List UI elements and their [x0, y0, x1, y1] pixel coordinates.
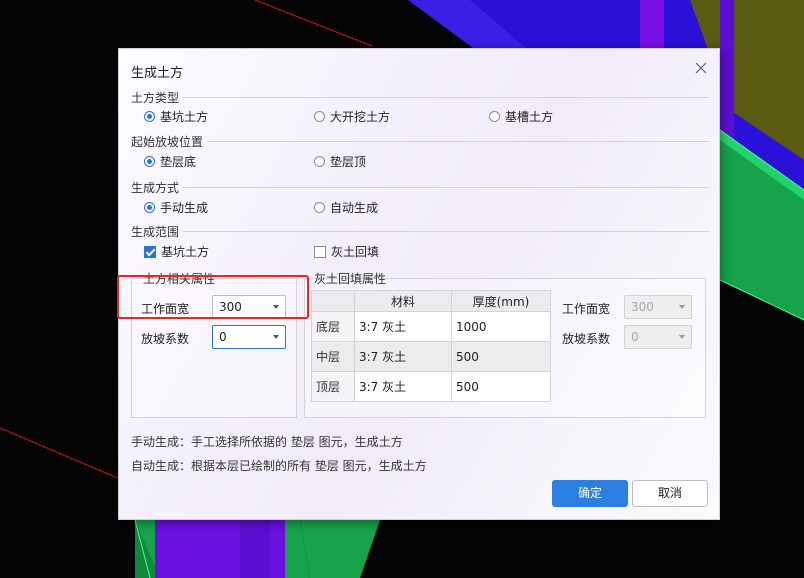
- row-name: 中层: [311, 341, 355, 372]
- backfill-work-width-select[interactable]: 300: [624, 295, 692, 319]
- checkbox-foundation-pit[interactable]: 基坑土方: [144, 243, 209, 260]
- close-icon[interactable]: [693, 60, 709, 76]
- checkbox-indicator: [144, 245, 156, 258]
- radio-indicator: [314, 156, 325, 167]
- hint-auto: 自动生成：根据本层已绘制的所有 垫层 图元，生成土方: [131, 459, 427, 473]
- radio-indicator: [489, 111, 500, 122]
- radio-indicator: [314, 111, 325, 122]
- radio-indicator: [144, 111, 155, 122]
- radio-label: 基槽土方: [505, 110, 554, 124]
- radio-cushion-bottom[interactable]: 垫层底: [144, 153, 196, 170]
- radio-foundation-pit[interactable]: 基坑土方: [144, 108, 208, 125]
- radio-label: 垫层底: [160, 155, 197, 169]
- table-row[interactable]: 顶层 3:7 灰土 500: [311, 371, 551, 402]
- table-header-cell: 材料: [354, 290, 452, 312]
- table-header-row: 材料 厚度(mm): [311, 290, 551, 312]
- work-width-select[interactable]: 300: [212, 295, 286, 319]
- chevron-down-icon: [273, 305, 279, 309]
- radio-cushion-top[interactable]: 垫层顶: [314, 153, 366, 170]
- checkbox-label: 基坑土方: [161, 245, 210, 259]
- section-divider: [207, 141, 709, 142]
- hint-manual: 手动生成：手工选择所依据的 垫层 图元，生成土方: [131, 435, 403, 449]
- checkbox-label: 灰土回填: [331, 245, 380, 259]
- backfill-slope-factor-select[interactable]: 0: [624, 325, 692, 349]
- radio-manual-generate[interactable]: 手动生成: [144, 199, 208, 216]
- material-cell[interactable]: 3:7 灰土: [354, 341, 452, 372]
- radio-label: 手动生成: [160, 201, 209, 215]
- generate-mode-label: 生成方式: [131, 181, 180, 195]
- radio-label: 大开挖土方: [330, 110, 391, 124]
- generate-scope-label: 生成范围: [131, 225, 180, 239]
- slope-factor-value: 0: [219, 330, 227, 344]
- checkbox-indicator: [314, 245, 326, 258]
- table-row[interactable]: 底层 3:7 灰土 1000: [311, 311, 551, 342]
- material-cell[interactable]: 3:7 灰土: [354, 371, 452, 402]
- backfill-work-width-value: 300: [631, 300, 654, 314]
- radio-open-excavation[interactable]: 大开挖土方: [314, 108, 390, 125]
- radio-auto-generate[interactable]: 自动生成: [314, 199, 378, 216]
- radio-indicator: [144, 156, 155, 167]
- row-name: 底层: [311, 311, 355, 342]
- row-name: 顶层: [311, 371, 355, 402]
- table-header-cell: 厚度(mm): [451, 290, 551, 312]
- work-width-label: 工作面宽: [141, 302, 190, 316]
- earthwork-props-title: 土方相关属性: [143, 272, 216, 286]
- work-width-value: 300: [219, 300, 242, 314]
- generate-earthwork-dialog: 生成土方 土方类型 基坑土方 大开挖土方 基槽土方 起始放坡位置 垫层底 垫层顶…: [118, 48, 720, 520]
- section-divider: [183, 97, 709, 98]
- backfill-layers-table: 材料 厚度(mm) 底层 3:7 灰土 1000 中层 3:7 灰土 500 顶…: [311, 290, 551, 402]
- backfill-slope-factor-value: 0: [631, 330, 639, 344]
- slope-start-label: 起始放坡位置: [131, 135, 204, 149]
- radio-label: 垫层顶: [330, 155, 367, 169]
- cancel-button[interactable]: 取消: [632, 480, 708, 507]
- earthwork-type-label: 土方类型: [131, 91, 180, 105]
- thickness-cell[interactable]: 500: [451, 341, 551, 372]
- radio-label: 基坑土方: [160, 110, 209, 124]
- dialog-title: 生成土方: [131, 66, 184, 81]
- chevron-down-icon: [679, 305, 685, 309]
- backfill-work-width-label: 工作面宽: [562, 302, 611, 316]
- chevron-down-icon: [679, 335, 685, 339]
- table-header-cell: [311, 290, 355, 312]
- material-cell[interactable]: 3:7 灰土: [354, 311, 452, 342]
- backfill-slope-factor-label: 放坡系数: [562, 332, 611, 346]
- section-divider: [183, 231, 709, 232]
- radio-label: 自动生成: [330, 201, 379, 215]
- radio-foundation-trench[interactable]: 基槽土方: [489, 108, 553, 125]
- ok-button[interactable]: 确定: [552, 480, 628, 507]
- table-row[interactable]: 中层 3:7 灰土 500: [311, 341, 551, 372]
- slope-factor-select[interactable]: 0: [212, 325, 286, 349]
- slope-factor-label: 放坡系数: [141, 332, 190, 346]
- thickness-cell[interactable]: 1000: [451, 311, 551, 342]
- checkbox-lime-backfill[interactable]: 灰土回填: [314, 243, 379, 260]
- chevron-down-icon: [273, 335, 279, 339]
- section-divider: [183, 187, 709, 188]
- radio-indicator: [314, 202, 325, 213]
- thickness-cell[interactable]: 500: [451, 371, 551, 402]
- backfill-props-title: 灰土回填属性: [314, 272, 387, 286]
- radio-indicator: [144, 202, 155, 213]
